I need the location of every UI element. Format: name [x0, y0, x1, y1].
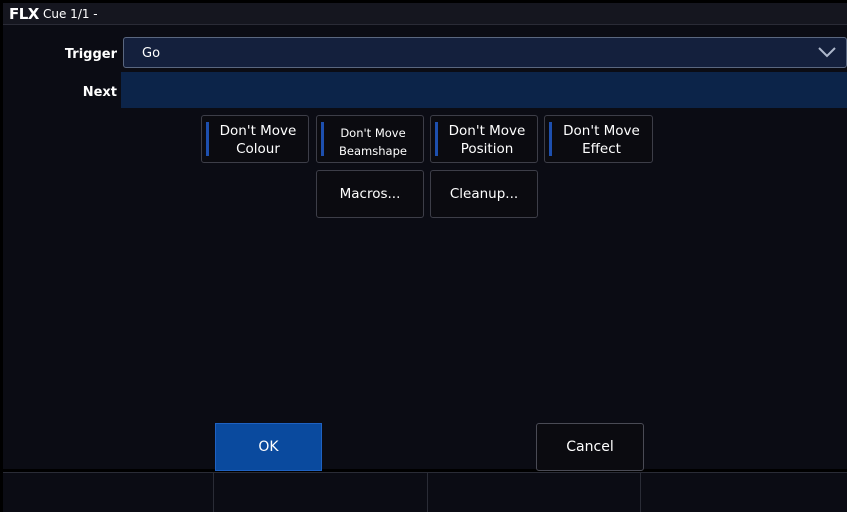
dont-move-beamshape-button[interactable]: Don't Move Beamshape: [316, 115, 424, 163]
option-line1: Don't Move: [448, 123, 526, 139]
toggle-indicator: [321, 122, 324, 156]
softkey-1[interactable]: [3, 473, 214, 512]
next-field[interactable]: [121, 72, 847, 108]
macros-button[interactable]: Macros...: [316, 170, 424, 218]
option-line2: Beamshape: [339, 144, 407, 158]
option-line1: Don't Move: [219, 123, 297, 139]
softkey-bar: [3, 472, 847, 512]
trigger-label: Trigger: [64, 47, 117, 62]
softkey-2[interactable]: [214, 473, 428, 512]
toggle-indicator: [206, 122, 209, 156]
chevron-down-icon: [818, 47, 836, 58]
option-line2: Effect: [582, 141, 621, 157]
softkey-4[interactable]: [641, 473, 847, 512]
option-line2: Position: [460, 141, 514, 157]
toggle-indicator: [435, 122, 438, 156]
trigger-select[interactable]: Go: [123, 37, 847, 68]
dont-move-position-button[interactable]: Don't Move Position: [430, 115, 538, 163]
flx-logo: FLX: [9, 5, 39, 23]
window-title: Cue 1/1 -: [43, 7, 98, 21]
next-label: Next: [82, 85, 117, 100]
toggle-indicator: [549, 122, 552, 156]
option-line2: Colour: [236, 141, 280, 157]
softkey-3[interactable]: [428, 473, 641, 512]
dont-move-effect-button[interactable]: Don't Move Effect: [544, 115, 653, 163]
dont-move-colour-button[interactable]: Don't Move Colour: [201, 115, 309, 163]
ok-button[interactable]: OK: [215, 423, 322, 471]
trigger-value: Go: [142, 46, 161, 61]
option-line1: Don't Move: [563, 123, 640, 139]
title-bar: FLX Cue 1/1 -: [3, 3, 847, 25]
option-line1: Don't Move: [340, 126, 406, 140]
cleanup-button[interactable]: Cleanup...: [430, 170, 538, 218]
cue-dialog: FLX Cue 1/1 - Trigger Go Next Don't Move…: [3, 3, 847, 471]
cancel-button[interactable]: Cancel: [536, 423, 644, 471]
